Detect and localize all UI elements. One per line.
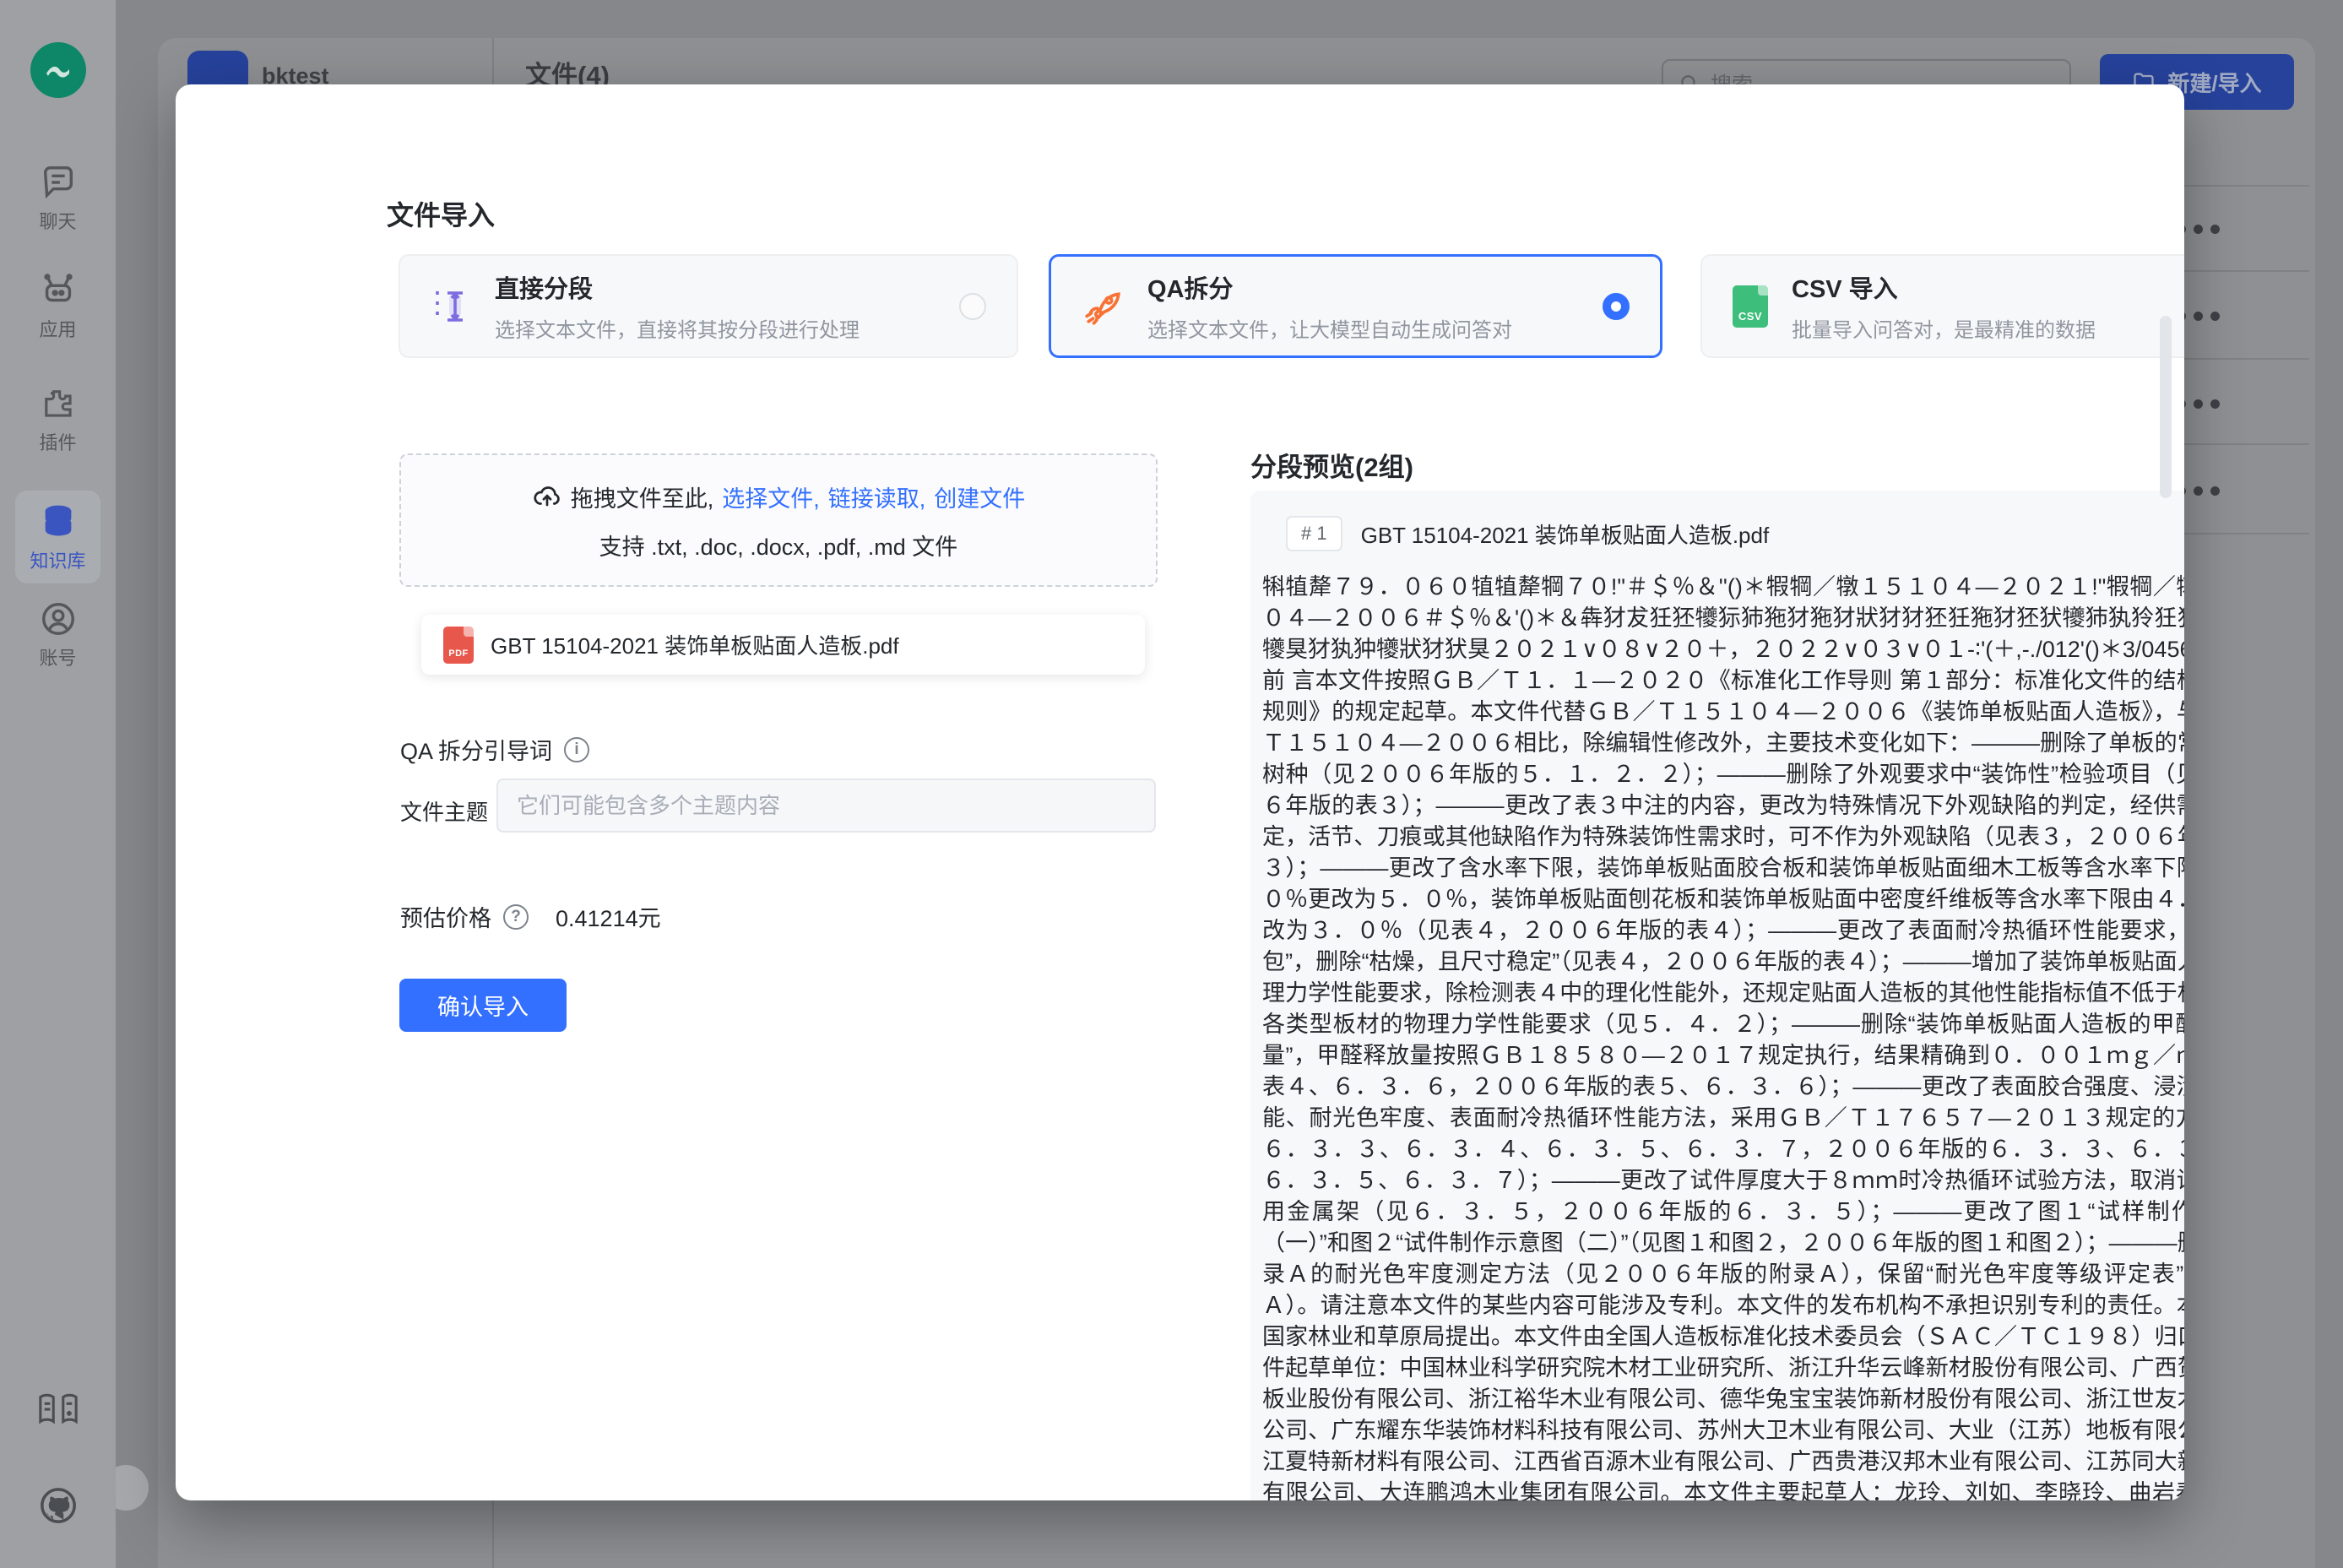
user-icon [39, 600, 78, 638]
mode-title: CSV 导入 [1792, 269, 2184, 305]
modal-title: 文件导入 [387, 194, 495, 233]
mode-card-qa-split[interactable]: QA拆分 选择文本文件，让大模型自动生成问答对 [1049, 254, 1662, 358]
sidebar: 聊天 应用 插件 知识库 [0, 0, 116, 1568]
sidebar-item-account[interactable]: 账号 [0, 600, 116, 670]
github-button[interactable] [0, 1484, 116, 1527]
csv-file-icon: CSV [1733, 285, 1768, 328]
uploaded-file-name: GBT 15104-2021 装饰单板贴面人造板.pdf [491, 629, 899, 660]
row-actions-menu-button[interactable] [2177, 399, 2227, 411]
chat-icon [39, 163, 78, 202]
sidebar-item-label: 知识库 [30, 546, 85, 573]
link-fetch-link[interactable]: 链接读取, [828, 480, 926, 513]
sidebar-item-knowledge-base[interactable]: 知识库 [15, 491, 100, 583]
dropzone-support-text: 支持 .txt, .doc, .docx, .pdf, .md 文件 [401, 529, 1156, 562]
open-book-icon [37, 1392, 79, 1429]
row-actions-menu-button[interactable] [2177, 486, 2227, 498]
info-icon[interactable]: i [564, 737, 589, 762]
cloud-upload-icon [532, 482, 562, 513]
chunk-paragraph: 犐犆犛７９．０６０犆犆犛犅７０!"＃＄％＆''()＊犌犅／犜１５１０４—２０２１… [1262, 572, 2184, 665]
create-file-link[interactable]: 创建文件 [934, 480, 1025, 513]
help-icon[interactable]: ? [503, 904, 529, 930]
mode-card-direct-segment[interactable]: 直接分段 选择文本文件，直接将其按分段进行处理 [399, 254, 1018, 358]
sidebar-item-chat[interactable]: 聊天 [0, 163, 116, 234]
chunk-file-name: GBT 15104-2021 装饰单板贴面人造板.pdf [1361, 518, 2184, 550]
dropzone-text: 拖拽文件至此, [571, 480, 714, 513]
uploaded-file-row[interactable]: PDF GBT 15104-2021 装饰单板贴面人造板.pdf [421, 615, 1145, 675]
qa-prompt-label: QA 拆分引导词 [400, 733, 552, 766]
preview-heading: 分段预览(2组) [1250, 446, 1413, 484]
chunk-paragraph: 前 言本文件按照ＧＢ／Ｔ１．１—２０２０《标准化工作导则 第１部分：标准化文件的… [1262, 665, 2184, 1500]
robot-icon [39, 271, 78, 310]
sidebar-item-plugins[interactable]: 插件 [0, 384, 116, 455]
mode-desc: 选择文本文件，让大模型自动生成问答对 [1147, 313, 1603, 343]
sidebar-item-label: 聊天 [39, 207, 76, 234]
radio-selected[interactable] [1603, 293, 1630, 320]
file-topic-label: 文件主题 [400, 795, 488, 827]
sidebar-item-label: 应用 [39, 315, 76, 342]
radio-unselected[interactable] [959, 293, 986, 320]
chunk-preview-text: 犐犆犛７９．０６０犆犆犛犅７０!"＃＄％＆''()＊犌犅／犜１５１０４—２０２１… [1262, 572, 2184, 1500]
database-icon [39, 502, 78, 541]
file-topic-input[interactable] [496, 779, 1156, 833]
row-actions-menu-button[interactable] [2177, 312, 2227, 323]
github-icon [37, 1484, 79, 1527]
mode-desc: 选择文本文件，直接将其按分段进行处理 [495, 313, 959, 343]
chunk-index-badge: # 1 [1286, 516, 1342, 551]
mode-card-csv-import[interactable]: CSV CSV 导入 批量导入问答对，是最精准的数据 [1700, 254, 2184, 358]
sidebar-item-apps[interactable]: 应用 [0, 271, 116, 342]
sidebar-item-label: 账号 [39, 643, 76, 670]
sidebar-item-label: 插件 [39, 428, 76, 455]
preview-chunk-card: # 1 GBT 15104-2021 装饰单板贴面人造板.pdf 犐犆犛７９．０… [1250, 491, 2184, 1500]
price-label: 预估价格 [400, 900, 491, 933]
puzzle-icon [39, 384, 78, 423]
price-value: 0.41214元 [556, 900, 661, 933]
app-logo[interactable] [30, 42, 86, 98]
row-actions-menu-button[interactable] [2177, 225, 2227, 236]
pdf-file-icon: PDF [443, 627, 474, 664]
mode-title: 直接分段 [495, 269, 959, 305]
rocket-icon [1082, 285, 1124, 328]
file-import-modal: 文件导入 ✕ 直接分段 选择文本文件，直接将其按分段进行处理 [176, 84, 2184, 1500]
text-segment-icon [431, 285, 471, 328]
docs-button[interactable] [0, 1392, 116, 1429]
mode-title: QA拆分 [1147, 269, 1603, 305]
mode-desc: 批量导入问答对，是最精准的数据 [1792, 313, 2184, 343]
modal-scrollbar-thumb[interactable] [2160, 316, 2172, 498]
select-file-link[interactable]: 选择文件, [722, 480, 820, 513]
confirm-import-button[interactable]: 确认导入 [399, 979, 567, 1032]
file-dropzone[interactable]: 拖拽文件至此, 选择文件, 链接读取, 创建文件 支持 .txt, .doc, … [399, 453, 1158, 587]
